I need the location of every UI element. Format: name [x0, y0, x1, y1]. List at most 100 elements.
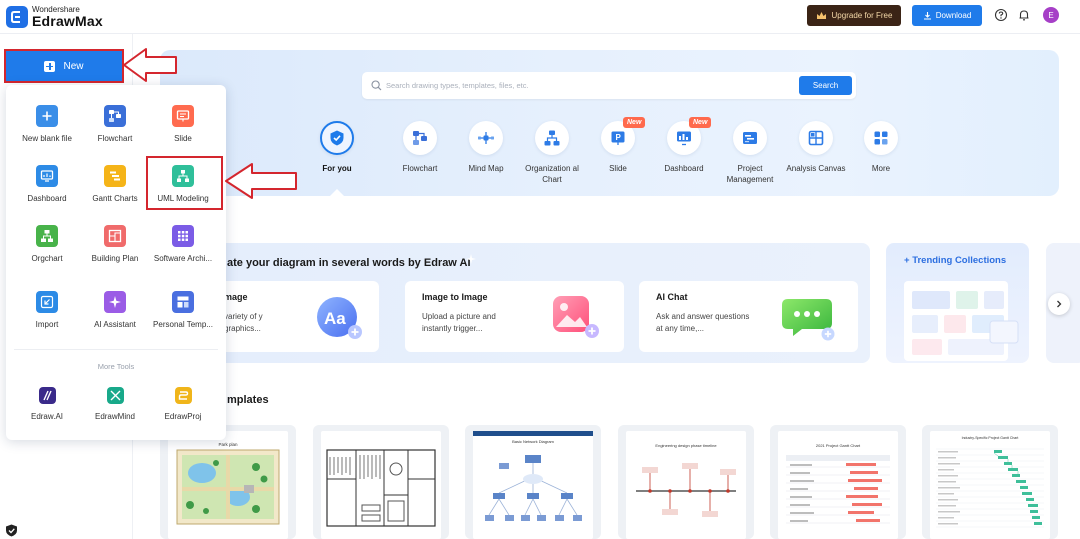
- category-label: More: [871, 164, 891, 173]
- project-management-icon: [733, 121, 767, 155]
- menu-item-label: Flowchart: [97, 134, 133, 143]
- dashboard-icon: [36, 165, 58, 187]
- search-icon: [371, 80, 382, 91]
- avatar[interactable]: E: [1043, 7, 1059, 23]
- plus-icon: [36, 105, 58, 127]
- image-illustration-icon: [553, 296, 599, 338]
- carousel-next-button[interactable]: [1048, 293, 1070, 315]
- chevron-right-icon: [1057, 300, 1062, 308]
- template-caption: 2021 Project Gantt Chart: [815, 443, 861, 448]
- menu-item-label: Building Plan: [91, 254, 139, 263]
- menu-item-label: Import: [35, 320, 59, 329]
- slide-icon: [172, 105, 194, 127]
- new-file-menu: New blank file Flowchart Slide Dashboard…: [6, 85, 226, 440]
- tool-label: EdrawMind: [94, 412, 135, 421]
- shield-check-icon[interactable]: [5, 524, 18, 537]
- category-label: Slide: [609, 164, 627, 173]
- template-thumbnail: 2021 Project Gantt Chart: [778, 431, 898, 539]
- template-thumbnail: Park plan: [168, 431, 288, 539]
- help-icon[interactable]: [994, 8, 1008, 22]
- menu-item-label: Slide: [174, 134, 192, 143]
- menu-divider: [14, 349, 218, 350]
- template-thumbnail: [321, 431, 441, 539]
- industry-gantt-thumbnail: [936, 448, 1044, 528]
- for-you-icon: [320, 121, 354, 155]
- gantt-icon: [104, 165, 126, 187]
- analysis-canvas-icon: [799, 121, 833, 155]
- import-icon: [36, 291, 58, 313]
- menu-item-label: New blank file: [22, 134, 72, 143]
- template-caption: Industry-Specific Project Gantt Chart: [961, 436, 1019, 440]
- tool-label: EdrawProj: [164, 412, 202, 421]
- template-card-timeline[interactable]: Engineering design phase timeline: [618, 425, 754, 539]
- edrawmax-home: Wondershare EdrawMax Upgrade for Free Do…: [0, 0, 1080, 539]
- template-card-park-plan[interactable]: Park plan: [160, 425, 296, 539]
- menu-item-label: Orgchart: [31, 254, 63, 263]
- category-label: Analysis Canvas: [786, 164, 846, 173]
- gantt-chart-thumbnail: [786, 455, 890, 524]
- search-button[interactable]: Search: [799, 76, 852, 95]
- new-button[interactable]: New: [4, 49, 124, 83]
- template-caption: Park plan: [218, 442, 238, 447]
- uml-modeling-highlight-box: [146, 156, 223, 210]
- timeline-thumbnail: [636, 463, 736, 517]
- menu-item-label: Gantt Charts: [92, 194, 138, 203]
- search-input[interactable]: [386, 78, 786, 93]
- menu-item-label: Personal Temp...: [153, 320, 213, 329]
- top-header: Wondershare EdrawMax Upgrade for Free Do…: [0, 0, 1080, 34]
- closet-layout-thumbnail: [326, 449, 436, 527]
- ai-card-description: Upload a picture and instantly trigger..…: [422, 312, 496, 333]
- templates-heading: mplates: [227, 394, 269, 406]
- ai-section-heading: ate your diagram in several words by Edr…: [227, 257, 471, 269]
- category-label: Flowchart: [402, 164, 438, 173]
- new-badge: New: [689, 117, 712, 128]
- category-label: Dashboard: [664, 164, 704, 173]
- ai-card-image-to-image[interactable]: Image to Image Upload a picture and inst…: [405, 281, 624, 352]
- upgrade-label: Upgrade for Free: [831, 11, 893, 20]
- upgrade-button[interactable]: Upgrade for Free: [807, 5, 901, 26]
- template-card-closet-layout[interactable]: [313, 425, 449, 539]
- category-label: Project Management: [726, 164, 774, 184]
- network-diagram-thumbnail: [485, 455, 582, 521]
- crown-icon: [816, 12, 826, 19]
- software-architecture-icon: [172, 225, 194, 247]
- ai-card-description: Ask and answer questions at any time,...: [656, 312, 750, 333]
- callout-arrow-left-icon: [123, 48, 177, 82]
- trending-collections-title: + Trending Collections: [904, 255, 1007, 266]
- bell-icon[interactable]: [1017, 8, 1031, 22]
- edrawmind-icon: [107, 387, 124, 404]
- edraw-ai-icon: [39, 387, 56, 404]
- new-button-label: New: [63, 60, 84, 72]
- menu-item-label: Dashboard: [27, 194, 67, 203]
- template-thumbnail: Engineering design phase timeline: [626, 431, 746, 539]
- download-icon: [923, 12, 931, 20]
- template-caption: Basic Network Diagram: [512, 439, 554, 444]
- download-label: Download: [935, 11, 972, 20]
- template-card-industry-gantt[interactable]: Industry-Specific Project Gantt Chart: [922, 425, 1058, 539]
- svg-text:Aa: Aa: [324, 309, 346, 328]
- ai-card-ai-chat[interactable]: AI Chat Ask and answer questions at any …: [639, 281, 858, 352]
- new-badge: New: [623, 117, 646, 128]
- chat-illustration-icon: [782, 299, 835, 341]
- mind-map-icon: [469, 121, 503, 155]
- park-plan-thumbnail: [176, 449, 280, 525]
- trending-preview-illustration: [904, 281, 1019, 361]
- menu-item-label: AI Assistant: [94, 320, 136, 329]
- template-card-network-diagram[interactable]: Basic Network Diagram: [465, 425, 601, 539]
- template-thumbnail: Industry-Specific Project Gantt Chart: [930, 431, 1050, 539]
- svg-text:P: P: [616, 133, 622, 142]
- menu-item-label: Software Archi...: [153, 254, 213, 263]
- sparkle-icon: [466, 254, 476, 264]
- download-button[interactable]: Download: [912, 5, 982, 26]
- active-tab-indicator: [330, 189, 344, 196]
- ai-card-title: AI Chat: [656, 292, 688, 302]
- template-card-project-gantt[interactable]: 2021 Project Gantt Chart: [770, 425, 906, 539]
- edrawmax-logo-icon: [6, 6, 28, 28]
- trending-title-text: Trending Collections: [912, 255, 1007, 266]
- template-caption: Engineering design phase timeline: [655, 443, 717, 448]
- brand-product: EdrawMax: [32, 13, 103, 29]
- more-icon: [864, 121, 898, 155]
- search-bar: Search: [362, 72, 856, 99]
- more-tools-label: More Tools: [97, 362, 135, 371]
- flowchart-icon: [403, 121, 437, 155]
